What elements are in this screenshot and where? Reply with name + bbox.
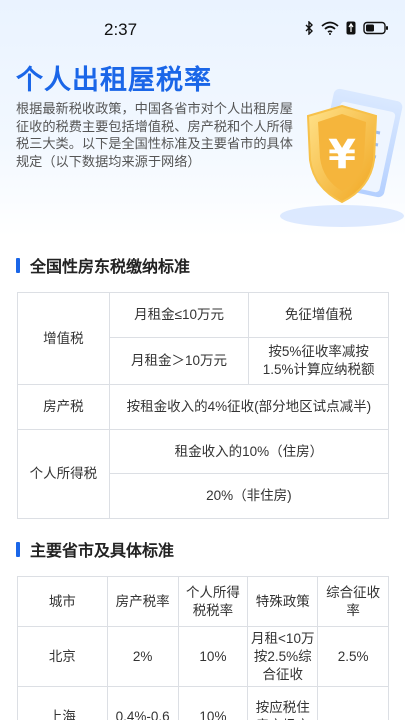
policy-cell: 月租<10万按2.5%综合征收 — [247, 626, 319, 687]
income-rate-cell: 10% — [177, 626, 249, 687]
section-cities-header: 主要省市及具体标准 — [16, 539, 175, 560]
property-tax-rule: 按租金收入的4%征收(部分地区试点减半) — [108, 384, 390, 430]
property-tax-label: 房产税 — [17, 384, 110, 430]
city-cell: 上海 — [17, 686, 108, 720]
column-header-property: 房产税率 — [106, 576, 179, 627]
city-tax-table: 城市 房产税率 个人所得税税率 特殊政策 综合征收率 北京 2% 10% 月租<… — [17, 576, 389, 720]
vat-label: 增值税 — [17, 292, 110, 385]
city-cell: 北京 — [17, 626, 108, 687]
section-cities-title: 主要省市及具体标准 — [30, 543, 175, 560]
column-header-city: 城市 — [17, 576, 108, 627]
status-time: 2:37 — [104, 20, 138, 39]
table-row: 北京 2% 10% 月租<10万按2.5%综合征收 2.5% — [17, 626, 389, 687]
section-accent-bar — [16, 257, 20, 273]
policy-cell: 按应税住房市场交 — [247, 686, 319, 720]
vat-rule-2: 按5%征收率减按1.5%计算应纳税额 — [248, 337, 389, 385]
battery-saver-icon — [346, 21, 356, 35]
table-row: 增值税 月租金≤10万元 免征增值税 — [17, 292, 389, 385]
column-header-rate: 综合征收率 — [317, 576, 389, 627]
national-tax-table: 增值税 月租金≤10万元 免征增值税 月租金＞10万元 按5%征收率减按1.5%… — [17, 292, 390, 519]
table-row: 个人所得税 租金收入的10%（住房） — [17, 429, 390, 519]
table-row: 房产税 按租金收入的4%征收(部分地区试点减半) — [17, 384, 390, 430]
status-icons — [305, 21, 389, 35]
property-rate-cell: 0.4%-0.6 — [106, 686, 179, 720]
svg-text:¥: ¥ — [328, 132, 356, 178]
income-tax-rule-1: 租金收入的10%（住房） — [108, 429, 390, 474]
bluetooth-icon — [305, 21, 313, 35]
income-tax-label: 个人所得税 — [17, 429, 110, 519]
vat-rule-1: 免征增值税 — [248, 292, 389, 338]
wifi-icon — [321, 21, 339, 35]
page-title: 个人出租屋税率 — [16, 65, 212, 95]
status-bar: 2:37 — [0, 0, 405, 44]
tax-shield-illustration: ¥ — [280, 88, 404, 227]
vat-condition-2: 月租金＞10万元 — [108, 337, 250, 385]
battery-icon — [363, 21, 388, 35]
table-row: 上海 0.4%-0.6 10% 按应税住房市场交 — [17, 686, 389, 720]
column-header-policy: 特殊政策 — [247, 576, 319, 627]
combined-rate-cell: 2.5% — [317, 626, 389, 687]
intro-text: 根据最新税收政策，中国各省市对个人出租房屋征收的税费主要包括增值税、房产税和个人… — [16, 101, 293, 169]
combined-rate-cell — [317, 686, 389, 720]
section-national-title: 全国性房东税缴纳标准 — [30, 259, 191, 276]
column-header-income: 个人所得税税率 — [177, 576, 249, 627]
vat-condition-1: 月租金≤10万元 — [108, 292, 250, 338]
income-tax-rule-2: 20%（非住房) — [108, 473, 390, 519]
income-rate-cell: 10% — [177, 686, 249, 720]
section-national-header: 全国性房东税缴纳标准 — [16, 255, 191, 276]
section-accent-bar — [16, 541, 20, 557]
table-header-row: 城市 房产税率 个人所得税税率 特殊政策 综合征收率 — [17, 576, 389, 627]
property-rate-cell: 2% — [106, 626, 179, 687]
